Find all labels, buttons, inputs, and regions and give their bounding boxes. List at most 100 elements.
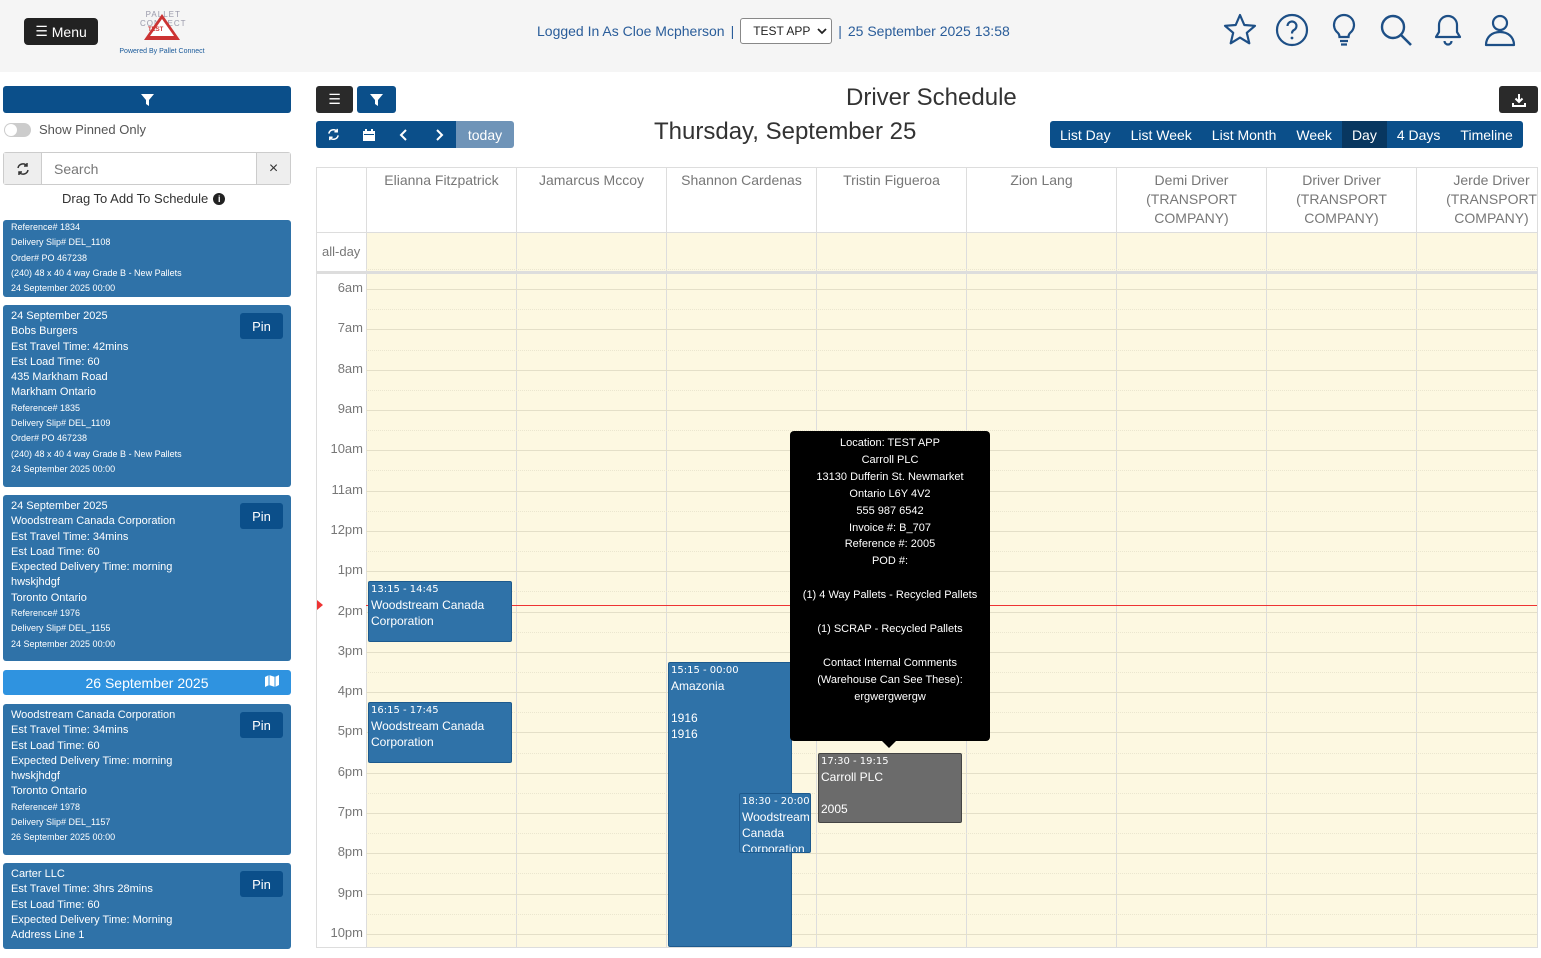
unscheduled-job-card[interactable]: 24 September 2025 Woodstream Canada Corpo…: [3, 495, 291, 661]
search-icon[interactable]: [1378, 12, 1414, 48]
resource-column[interactable]: [1116, 232, 1266, 947]
job-card-line: 24 September 2025 00:00: [11, 463, 116, 474]
map-icon[interactable]: [265, 675, 279, 687]
bell-icon[interactable]: [1430, 12, 1466, 48]
view-button-week[interactable]: Week: [1286, 121, 1342, 148]
pin-button[interactable]: Pin: [240, 313, 283, 339]
separator: |: [838, 23, 842, 39]
refresh-calendar-button[interactable]: [316, 121, 351, 148]
date-picker-button[interactable]: [351, 121, 386, 148]
view-button-list-week[interactable]: List Week: [1120, 121, 1202, 148]
refresh-icon: [328, 128, 339, 141]
download-button[interactable]: [1499, 86, 1538, 113]
resource-header: Zion Lang: [966, 168, 1116, 232]
job-card-line: Est Travel Time: 42mins: [11, 340, 129, 353]
chevron-right-icon: [435, 128, 443, 141]
tooltip-line: Invoice #: B_707: [849, 521, 931, 534]
resource-column[interactable]: [1416, 232, 1537, 947]
event-time: 16:15 - 17:45: [371, 705, 439, 717]
job-card-line: 26 September 2025 00:00: [11, 832, 116, 843]
time-label: 9pm: [337, 884, 363, 900]
event-tooltip: Location: TEST APP Carroll PLC 13130 Duffe…: [790, 431, 990, 748]
time-label: 1pm: [337, 562, 363, 578]
event-detail: 1916: [671, 710, 698, 725]
schedule-event[interactable]: 13:15 - 14:45 Woodstream Canada Corporati…: [368, 581, 512, 642]
time-label: 11am: [331, 481, 363, 497]
view-button-list-month[interactable]: List Month: [1201, 121, 1287, 148]
time-label: 6am: [337, 280, 363, 296]
calendar-nav: today: [316, 121, 514, 148]
unscheduled-job-card[interactable]: 24 September 2025 Bobs Burgers Est Travel …: [3, 305, 291, 487]
event-detail: [821, 785, 959, 801]
pallet-connect-logo[interactable]: PALLET CONNECT TEST Powered By Pallet Con…: [118, 8, 206, 58]
tooltip-line: POD #:: [871, 555, 909, 568]
star-icon[interactable]: [1222, 12, 1258, 48]
tooltip-line: [790, 604, 990, 621]
job-card-line: (240) 48 x 40 4 way Grade B - New Pallet…: [11, 448, 182, 459]
unscheduled-job-card[interactable]: Woodstream Canada Corporation Est Travel …: [3, 704, 291, 855]
next-button[interactable]: [421, 121, 456, 148]
pin-button[interactable]: Pin: [240, 712, 283, 738]
pin-button[interactable]: Pin: [240, 871, 283, 897]
time-label: 10pm: [330, 924, 363, 940]
unscheduled-sidebar: Show Pinned Only Search × Drag To Add To…: [0, 72, 305, 958]
job-card-line: Delivery Slip# DEL_1109: [11, 418, 111, 429]
tooltip-line: Location: TEST APP: [840, 437, 940, 449]
pin-button[interactable]: Pin: [240, 503, 283, 529]
view-button-list-day[interactable]: List Day: [1050, 121, 1121, 148]
time-label: 7pm: [337, 804, 363, 820]
job-card-line: Est Load Time: 60: [11, 545, 100, 558]
view-button-4-days[interactable]: 4 Days: [1386, 121, 1451, 148]
tooltip-line: [790, 570, 990, 587]
app-select[interactable]: TEST APP: [740, 18, 833, 44]
pinned-label: Show Pinned Only: [39, 122, 146, 137]
schedule-event[interactable]: 17:30 - 19:15 Carroll PLC 2005: [818, 752, 962, 824]
view-button-timeline[interactable]: Timeline: [1450, 121, 1523, 148]
menu-button[interactable]: ☰ Menu: [24, 18, 98, 45]
view-button-day[interactable]: Day: [1341, 121, 1387, 148]
time-label: 12pm: [330, 521, 363, 537]
search-input[interactable]: Search: [42, 153, 256, 184]
schedule-event[interactable]: 18:30 - 20:00 Woodstream Canada Corporati…: [739, 792, 811, 854]
job-card-line: Reference# 1835: [11, 402, 81, 413]
job-card-line: Est Load Time: 60: [11, 898, 100, 911]
top-bar: ☰ Menu PALLET CONNECT TEST Powered By Pal…: [0, 0, 1541, 72]
pinned-toggle[interactable]: [4, 122, 31, 137]
event-time: 18:30 - 20:00: [742, 795, 810, 807]
hour-gridline: [366, 410, 1537, 412]
help-icon[interactable]: [1274, 12, 1310, 48]
unscheduled-job-card[interactable]: Reference# 1834 Delivery Slip# DEL_1108 Or…: [3, 220, 291, 297]
tooltip-line: (1) 4 Way Pallets - Recycled Pallets: [802, 589, 978, 602]
resource-column[interactable]: [1266, 232, 1416, 947]
schedule-event[interactable]: 16:15 - 17:45 Woodstream Canada Corporati…: [368, 702, 512, 763]
refresh-button[interactable]: [4, 153, 42, 184]
job-card-line: Toronto Ontario: [11, 785, 87, 798]
sidebar-filter-button[interactable]: [3, 86, 291, 113]
tooltip-line: Ontario L6Y 4V2: [849, 487, 931, 500]
user-icon[interactable]: [1482, 12, 1518, 48]
today-button[interactable]: today: [456, 121, 514, 148]
list-toggle-button[interactable]: ☰: [316, 86, 353, 113]
job-card-line: (240) 48 x 40 4 way Grade B - New Pallet…: [11, 267, 182, 278]
pinned-toggle-row: Show Pinned Only: [4, 122, 146, 137]
job-card-line: Est Load Time: 60: [11, 739, 100, 752]
event-detail: 1916: [671, 726, 698, 741]
filter-icon: [370, 93, 383, 106]
calendar-filter-button[interactable]: [357, 86, 396, 113]
prev-button[interactable]: [386, 121, 421, 148]
view-switcher: List Day List Week List Month Week Day 4 Days…: [1050, 121, 1523, 148]
chevron-left-icon: [399, 128, 407, 141]
chevron-down-icon: [817, 28, 827, 35]
lightbulb-icon[interactable]: [1326, 12, 1362, 48]
resource-column[interactable]: [516, 232, 666, 947]
job-card-line: Reference# 1976: [11, 608, 81, 619]
info-icon[interactable]: i: [213, 192, 226, 205]
hour-gridline: [366, 933, 1537, 935]
clear-search-button[interactable]: ×: [256, 153, 290, 184]
drag-hint: Drag To Add To Schedule i: [62, 191, 226, 206]
tooltip-line: Reference #: 2005: [844, 538, 936, 551]
unscheduled-job-card[interactable]: Carter LLC Est Travel Time: 3hrs 28mins Es…: [3, 863, 291, 949]
download-icon: [1511, 93, 1526, 107]
tooltip-line: Carroll PLC: [861, 453, 919, 466]
time-axis-header: [317, 168, 366, 232]
